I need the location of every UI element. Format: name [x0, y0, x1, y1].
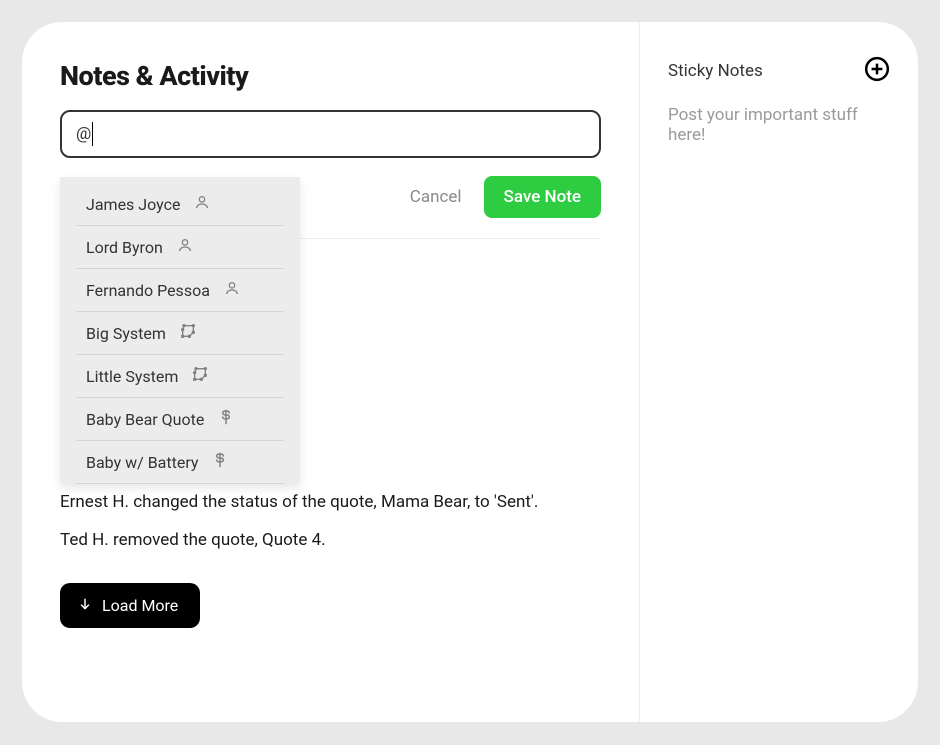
- activity-line: Ernest H. changed the status of the quot…: [60, 491, 601, 515]
- sticky-description: Post your important stuff here!: [668, 105, 890, 145]
- add-sticky-button[interactable]: [864, 56, 890, 85]
- mention-option-label: Fernando Pessoa: [86, 281, 210, 300]
- person-icon: [194, 194, 210, 214]
- mention-option[interactable]: Baby Bear Quote: [60, 398, 300, 440]
- note-input-wrap: [60, 110, 601, 158]
- sticky-notes-pane: Sticky Notes Post your important stuff h…: [640, 22, 918, 722]
- dollar-icon: [212, 452, 228, 472]
- mention-option[interactable]: Lord Byron: [60, 226, 300, 268]
- cancel-button[interactable]: Cancel: [410, 187, 462, 207]
- mention-option[interactable]: Baby w/ Battery: [60, 441, 300, 483]
- note-input[interactable]: [60, 110, 601, 158]
- mention-option-label: Little System: [86, 367, 178, 386]
- mention-option-label: Big System: [86, 324, 166, 343]
- mention-option[interactable]: Big System: [60, 312, 300, 354]
- mention-dropdown: James Joyce Lord Byron Fernando Pessoa B…: [60, 177, 300, 484]
- dollar-icon: [218, 409, 234, 429]
- polygon-icon: [180, 323, 196, 343]
- page-title: Notes & Activity: [60, 60, 601, 92]
- text-caret: [92, 122, 93, 146]
- load-more-button[interactable]: Load More: [60, 583, 200, 628]
- mention-option[interactable]: Fernando Pessoa: [60, 269, 300, 311]
- activity-line: Ted H. removed the quote, Quote 4.: [60, 529, 601, 553]
- mention-option-label: James Joyce: [86, 195, 180, 214]
- polygon-icon: [192, 366, 208, 386]
- load-more-label: Load More: [102, 596, 178, 615]
- person-icon: [224, 280, 240, 300]
- arrow-down-icon: [78, 596, 92, 615]
- person-icon: [177, 237, 193, 257]
- plus-circle-icon: [864, 70, 890, 85]
- notes-activity-pane: Notes & Activity Cancel Save Note …ote w…: [22, 22, 640, 722]
- save-note-button[interactable]: Save Note: [484, 176, 601, 218]
- mention-option[interactable]: James Joyce: [60, 183, 300, 225]
- main-card: Notes & Activity Cancel Save Note …ote w…: [22, 22, 918, 722]
- mention-option-label: Baby w/ Battery: [86, 453, 198, 472]
- sticky-title: Sticky Notes: [668, 61, 763, 81]
- sticky-header: Sticky Notes: [668, 56, 890, 85]
- mention-option[interactable]: Little System: [60, 355, 300, 397]
- mention-option-label: Baby Bear Quote: [86, 410, 204, 429]
- dropdown-divider: [76, 483, 284, 484]
- mention-option-label: Lord Byron: [86, 238, 163, 257]
